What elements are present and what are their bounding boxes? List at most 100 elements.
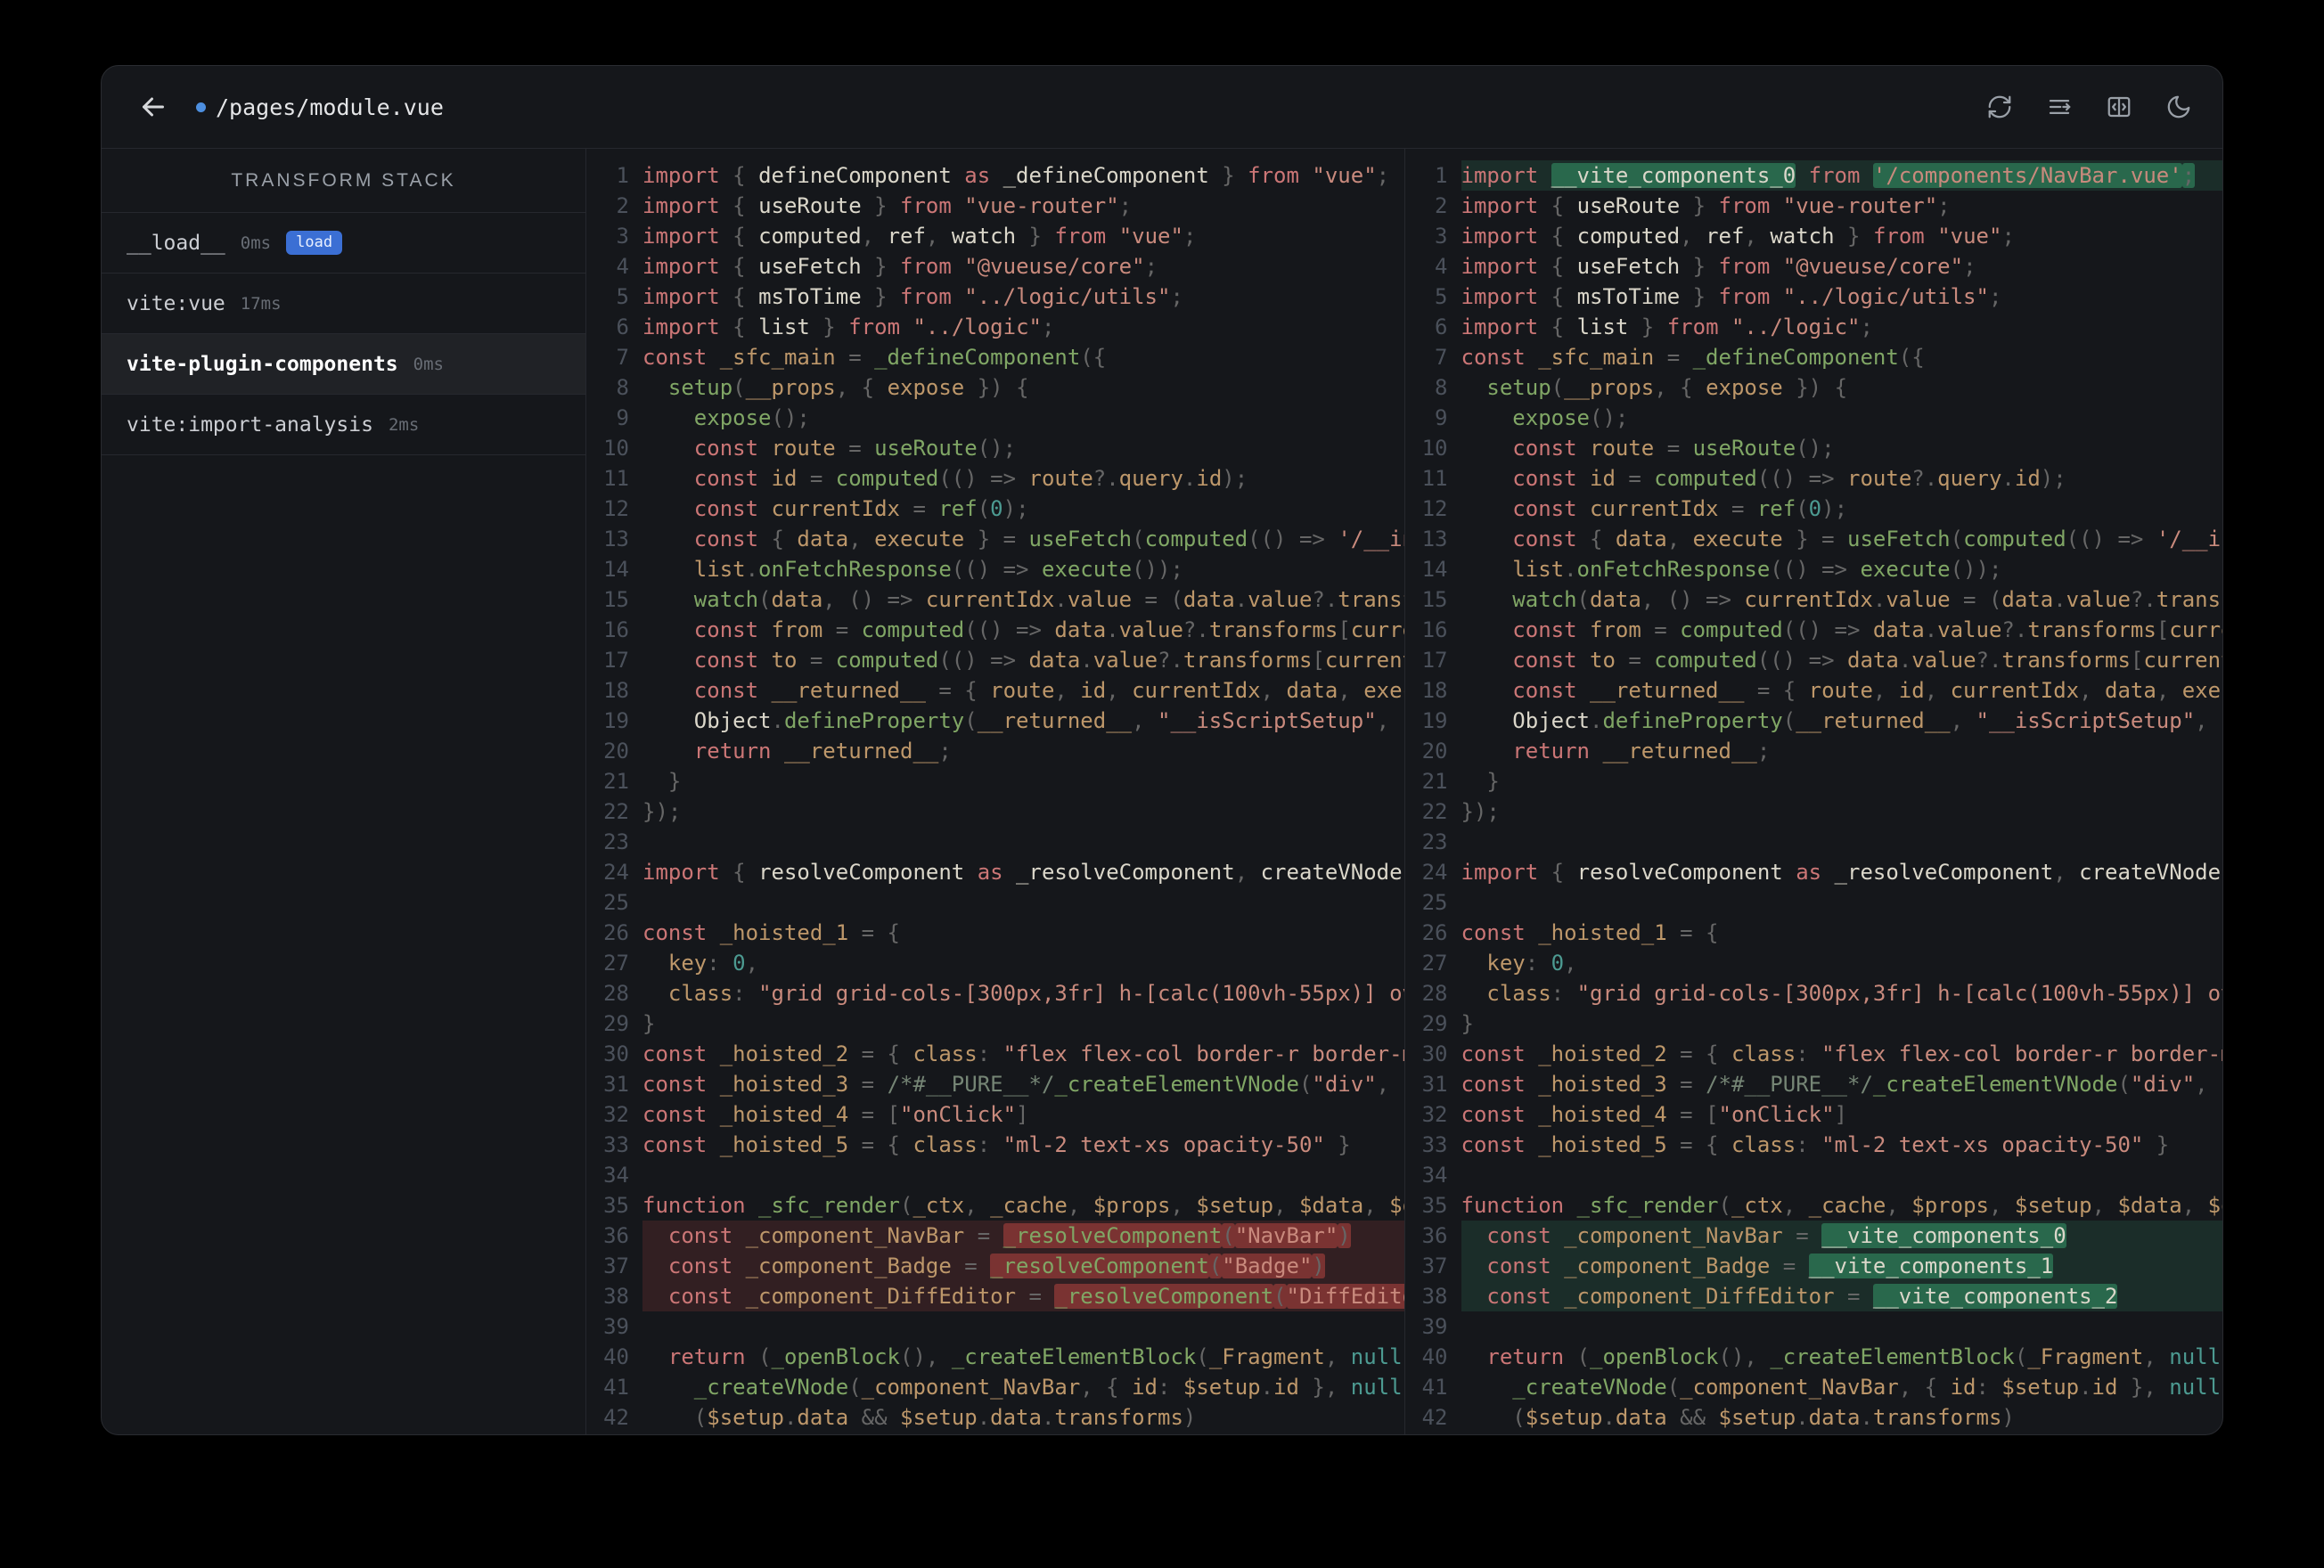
code-text: import { computed, ref, watch } from "vu… (1461, 224, 2015, 249)
line-number: 39 (603, 1314, 629, 1339)
module-title: /pages/module.vue (196, 94, 444, 120)
code-text: list.onFetchResponse(() => execute()); (693, 557, 1183, 582)
code-line-right-32: 32 const _hoisted_4 = ["onClick"] (1405, 1099, 2223, 1130)
load-badge: load (286, 231, 343, 255)
transform-stack-item-0[interactable]: __load__ 0ms load (102, 213, 585, 274)
code-line-left-16: 16 const from = computed(() => data.valu… (586, 615, 1403, 645)
line-number: 39 (1421, 1314, 1448, 1339)
inspect-window: /pages/module.vue TRANSFORM STACK __load… (101, 65, 2223, 1435)
code-line-right-38: 38 const _component_DiffEditor = __vite_… (1405, 1281, 2222, 1311)
code-text: import { resolveComponent as _resolveCom… (642, 860, 1403, 885)
code-line-right-36: 36 const _component_NavBar = __vite_comp… (1405, 1221, 2222, 1251)
code-line-right-2: 2 import { useRoute } from "vue-router"; (1405, 191, 2223, 221)
code-text: const _component_NavBar = _resolveCompon… (642, 1221, 1404, 1251)
code-line-left-11: 11 const id = computed(() => route?.quer… (586, 463, 1404, 494)
line-number: 3 (616, 224, 629, 249)
plugin-time: 2ms (388, 414, 420, 435)
line-number: 31 (1421, 1072, 1448, 1097)
line-number: 5 (616, 284, 629, 309)
code-text: const _hoisted_5 = { class: "ml-2 text-x… (1461, 1132, 2170, 1157)
line-number: 14 (1421, 557, 1448, 582)
line-number: 30 (603, 1041, 629, 1066)
code-text: const to = computed(() => data.value?.tr… (693, 648, 1404, 673)
code-line-left-14: 14 list.onFetchResponse(() => execute())… (586, 554, 1404, 584)
code-text: const _component_Badge = __vite_componen… (1461, 1251, 2222, 1281)
code-text: const _hoisted_2 = { class: "flex flex-c… (1461, 1041, 2223, 1066)
transform-stack-item-1[interactable]: vite:vue 17ms (102, 274, 585, 334)
code-line-right-41: 41 _createVNode(_component_NavBar, { id:… (1405, 1372, 2222, 1402)
line-number: 16 (603, 617, 629, 642)
plugin-time: 0ms (413, 354, 444, 374)
window-body: TRANSFORM STACK __load__ 0ms load vite:vue 1… (102, 149, 2222, 1434)
code-text: import { list } from "../logic"; (642, 314, 1055, 339)
line-number: 23 (1421, 829, 1448, 854)
line-number: 30 (1421, 1041, 1448, 1066)
code-line-left-26: 26 const _hoisted_1 = { (586, 918, 1404, 948)
code-text: import { defineComponent as _defineCompo… (642, 163, 1390, 188)
line-number: 16 (1421, 617, 1448, 642)
toolbar (1986, 94, 2192, 120)
code-text: Object.defineProperty(__returned__, "__i… (1512, 708, 2222, 733)
line-number: 36 (1421, 1223, 1448, 1248)
diff-view-toggle-button[interactable] (2106, 94, 2132, 120)
code-text: const _component_Badge = _resolveCompone… (642, 1251, 1404, 1281)
code-line-left-32: 32 const _hoisted_4 = ["onClick"] (586, 1099, 1404, 1130)
back-button[interactable] (132, 86, 175, 128)
line-number: 31 (603, 1072, 629, 1097)
line-number: 8 (616, 375, 629, 400)
code-line-left-15: 15 watch(data, () => currentIdx.value = … (586, 584, 1403, 615)
code-text: } (1486, 769, 1500, 794)
code-line-left-9: 9 expose(); (586, 403, 1404, 433)
refresh-button[interactable] (1986, 94, 2013, 120)
code-text: const from = computed(() => data.value?.… (1512, 617, 2222, 642)
code-line-left-29: 29} (586, 1009, 1404, 1039)
code-text: import { list } from "../logic"; (1461, 314, 1873, 339)
code-line-left-38: 38 const _component_DiffEditor = _resolv… (586, 1281, 1404, 1311)
code-text: list.onFetchResponse(() => execute()); (1512, 557, 2002, 582)
code-line-right-15: 15 watch(data, () => currentIdx.value = … (1405, 584, 2222, 615)
code-line-right-37: 37 const _component_Badge = __vite_compo… (1405, 1251, 2222, 1281)
plugin-name: vite:import-analysis (127, 412, 373, 437)
one-column-toggle-button[interactable] (2046, 94, 2073, 120)
code-line-left-30: 30 const _hoisted_2 = { class: "flex flex… (586, 1039, 1403, 1069)
plugin-time: 0ms (240, 233, 272, 253)
code-line-right-39: 39 (1405, 1311, 2223, 1342)
line-number: 6 (1435, 314, 1448, 339)
line-number: 11 (603, 466, 629, 491)
code-line-right-34: 34 (1405, 1160, 2223, 1190)
transform-stack-item-3[interactable]: vite:import-analysis 2ms (102, 395, 585, 455)
code-line-right-18: 18 const __returned__ = { route, id, cur… (1405, 675, 2222, 706)
line-number: 41 (1421, 1375, 1448, 1400)
code-line-right-7: 7 const _sfc_main = _defineComponent({ (1405, 342, 2223, 372)
code-text: const _component_DiffEditor = _resolveCo… (642, 1281, 1404, 1311)
code-line-right-9: 9 expose(); (1405, 403, 2223, 433)
transform-stack-item-2[interactable]: vite-plugin-components 0ms (102, 334, 585, 395)
code-text: const currentIdx = ref(0); (1512, 496, 1848, 521)
line-number: 20 (603, 739, 629, 764)
code-text: } (642, 1011, 656, 1036)
line-number: 42 (1421, 1405, 1448, 1430)
line-number: 18 (603, 678, 629, 703)
code-line-right-10: 10 const route = useRoute(); (1405, 433, 2223, 463)
code-line-right-23: 23 (1405, 827, 2223, 857)
line-number: 26 (603, 920, 629, 945)
line-number: 26 (1421, 920, 1448, 945)
code-line-left-3: 3 import { computed, ref, watch } from "v… (586, 221, 1404, 251)
line-number: 27 (603, 951, 629, 976)
line-number: 21 (1421, 769, 1448, 794)
code-text: Object.defineProperty(__returned__, "__i… (693, 708, 1404, 733)
line-number: 12 (603, 496, 629, 521)
diff-pane-left[interactable]: 1 import { defineComponent as _defineComp… (586, 149, 1405, 1434)
dark-mode-button[interactable] (2165, 94, 2192, 120)
code-text: const { data, execute } = useFetch(compu… (1512, 527, 2222, 551)
transform-stack-list: __load__ 0ms load vite:vue 17ms vite-plugin-c… (102, 213, 585, 455)
code-text: setup(__props, { expose }) { (667, 375, 1029, 400)
diff-pane-right[interactable]: 1 import __vite_components_0 from '/compo… (1405, 149, 2223, 1434)
line-number: 42 (603, 1405, 629, 1430)
diff-view-toggle-icon (2107, 96, 2131, 118)
code-text: return __returned__; (693, 739, 952, 764)
line-number: 1 (1435, 163, 1448, 188)
